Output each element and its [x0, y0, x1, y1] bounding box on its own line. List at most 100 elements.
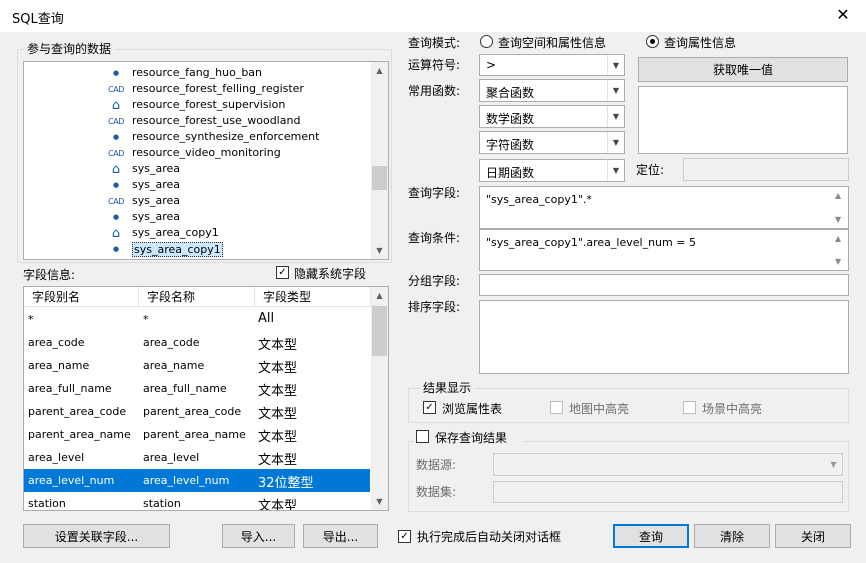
query-condition-value: "sys_area_copy1".area_level_num = 5	[486, 236, 696, 249]
table-row[interactable]: area_level area_level 文本型	[24, 446, 370, 469]
chevron-down-icon[interactable]: ▼	[607, 132, 624, 153]
point-layer-icon: ●	[112, 213, 120, 221]
export-button[interactable]: 导出...	[303, 524, 378, 548]
query-field-textarea[interactable]: "sys_area_copy1".* ▲ ▼	[479, 186, 849, 229]
get-unique-values-button[interactable]: 获取唯一值	[638, 57, 848, 82]
title-bar: SQL查询 ✕	[0, 0, 866, 32]
cell-alias: parent_area_code	[28, 405, 127, 418]
browse-attribute-table-checkbox[interactable]: ✓	[423, 401, 436, 414]
chevron-down-icon[interactable]: ▼	[607, 55, 624, 75]
textarea-scroll[interactable]: ▲ ▼	[831, 230, 848, 270]
scroll-down-icon[interactable]: ▼	[835, 215, 841, 224]
cell-type: 文本型	[258, 338, 298, 353]
tree-scrollbar[interactable]: ▲ ▼	[371, 62, 388, 259]
table-row[interactable]: area_name area_name 文本型	[24, 354, 370, 377]
scroll-down-icon[interactable]: ▼	[835, 257, 841, 266]
cell-alias: area_level	[28, 451, 85, 464]
scroll-down-icon[interactable]: ▼	[371, 242, 388, 259]
cad-layer-icon: CAD	[108, 84, 124, 94]
textarea-scroll[interactable]: ▲ ▼	[831, 187, 848, 228]
cell-name: parent_area_code	[143, 405, 242, 418]
table-row[interactable]: area_full_name area_full_name 文本型	[24, 377, 370, 400]
scroll-thumb[interactable]	[372, 306, 387, 356]
radio-attribute-only-label: 查询属性信息	[664, 36, 737, 50]
cell-alias: area_code	[28, 336, 85, 349]
chevron-down-icon[interactable]: ▼	[825, 454, 842, 475]
column-header-name[interactable]: 字段名称	[139, 287, 255, 307]
cell-type: 32位整型	[258, 476, 314, 491]
aggregate-function-select[interactable]: 聚合函数 ▼	[479, 79, 625, 102]
hide-system-fields-checkbox[interactable]: ✓	[276, 266, 289, 279]
cell-name: area_code	[143, 336, 200, 349]
unique-values-list[interactable]	[638, 86, 848, 154]
scroll-up-icon[interactable]: ▲	[371, 62, 388, 79]
radio-attribute-only[interactable]	[646, 35, 659, 48]
auto-close-checkbox[interactable]: ✓	[398, 530, 411, 543]
cell-name: area_name	[143, 359, 205, 372]
query-button[interactable]: 查询	[613, 524, 689, 548]
close-icon[interactable]: ✕	[832, 4, 854, 26]
window-title: SQL查询	[12, 12, 64, 27]
region-layer-icon: ⌂	[111, 225, 121, 241]
datasource-select[interactable]: ▼	[493, 453, 843, 476]
save-result-checkbox[interactable]	[416, 430, 429, 443]
dataset-tree[interactable]: ● resource_fang_huo_ban CAD resource_forest…	[23, 61, 389, 260]
tree-item-label: resource_forest_use_woodland	[132, 114, 301, 127]
point-layer-icon: ●	[112, 181, 120, 189]
math-function-select[interactable]: 数学函数 ▼	[479, 105, 625, 128]
table-row[interactable]: parent_area_name parent_area_name 文本型	[24, 423, 370, 446]
chevron-down-icon[interactable]: ▼	[607, 80, 624, 101]
chevron-down-icon[interactable]: ▼	[607, 160, 624, 181]
point-layer-icon: ●	[112, 69, 120, 77]
scroll-down-icon[interactable]: ▼	[371, 493, 388, 510]
table-row[interactable]: * * All	[24, 308, 370, 331]
tree-item-label: sys_area_copy1	[132, 226, 219, 239]
scroll-up-icon[interactable]: ▲	[371, 287, 388, 304]
query-mode-label: 查询模式:	[408, 36, 461, 50]
group-field-label: 分组字段:	[408, 274, 461, 288]
operator-select[interactable]: > ▼	[479, 54, 625, 76]
query-condition-label: 查询条件:	[408, 231, 461, 245]
scroll-up-icon[interactable]: ▲	[835, 191, 841, 200]
date-function-select[interactable]: 日期函数 ▼	[479, 159, 625, 182]
set-relation-field-button[interactable]: 设置关联字段...	[23, 524, 170, 548]
chevron-down-icon[interactable]: ▼	[607, 106, 624, 127]
map-highlight-checkbox[interactable]	[550, 401, 563, 414]
cad-layer-icon: CAD	[108, 148, 124, 158]
query-field-label: 查询字段:	[408, 186, 461, 200]
close-button[interactable]: 关闭	[775, 524, 851, 548]
radio-spatial-attribute-label: 查询空间和属性信息	[498, 36, 607, 50]
cell-type: 文本型	[258, 361, 298, 376]
cell-name: parent_area_name	[143, 428, 246, 441]
query-data-group-label: 参与查询的数据	[24, 40, 115, 57]
clear-button[interactable]: 清除	[694, 524, 770, 548]
field-table[interactable]: 字段别名 字段名称 字段类型 * * All area_code area_code 文本…	[23, 286, 389, 511]
tree-item-label: sys_area	[132, 178, 181, 191]
point-layer-icon: ●	[112, 245, 120, 253]
cell-type: All	[258, 311, 275, 326]
scroll-thumb[interactable]	[372, 166, 387, 190]
point-layer-icon: ●	[112, 133, 120, 141]
scroll-up-icon[interactable]: ▲	[835, 234, 841, 243]
sort-field-textarea[interactable]	[479, 300, 849, 374]
import-button[interactable]: 导入...	[222, 524, 295, 548]
string-function-select[interactable]: 字符函数 ▼	[479, 131, 625, 154]
table-row[interactable]: parent_area_code parent_area_code 文本型	[24, 400, 370, 423]
group-field-input[interactable]	[479, 274, 849, 296]
cell-alias: station	[28, 497, 66, 510]
column-header-type[interactable]: 字段类型	[255, 287, 371, 307]
operator-label: 运算符号:	[408, 58, 461, 72]
cell-type: 文本型	[258, 430, 298, 445]
scene-highlight-checkbox[interactable]	[683, 401, 696, 414]
column-header-alias[interactable]: 字段别名	[24, 287, 139, 307]
result-display-label: 结果显示	[420, 379, 475, 396]
table-row[interactable]: area_level_num area_level_num 32位整型	[24, 469, 370, 492]
table-row[interactable]: area_code area_code 文本型	[24, 331, 370, 354]
query-condition-textarea[interactable]: "sys_area_copy1".area_level_num = 5 ▲ ▼	[479, 229, 849, 271]
radio-spatial-attribute[interactable]	[480, 35, 493, 48]
hide-system-fields-label: 隐藏系统字段	[294, 267, 367, 281]
locate-input[interactable]	[683, 158, 849, 181]
table-row[interactable]: station station 文本型	[24, 492, 370, 510]
field-table-scrollbar[interactable]: ▲ ▼	[371, 287, 388, 510]
dataset-input[interactable]	[493, 481, 843, 503]
